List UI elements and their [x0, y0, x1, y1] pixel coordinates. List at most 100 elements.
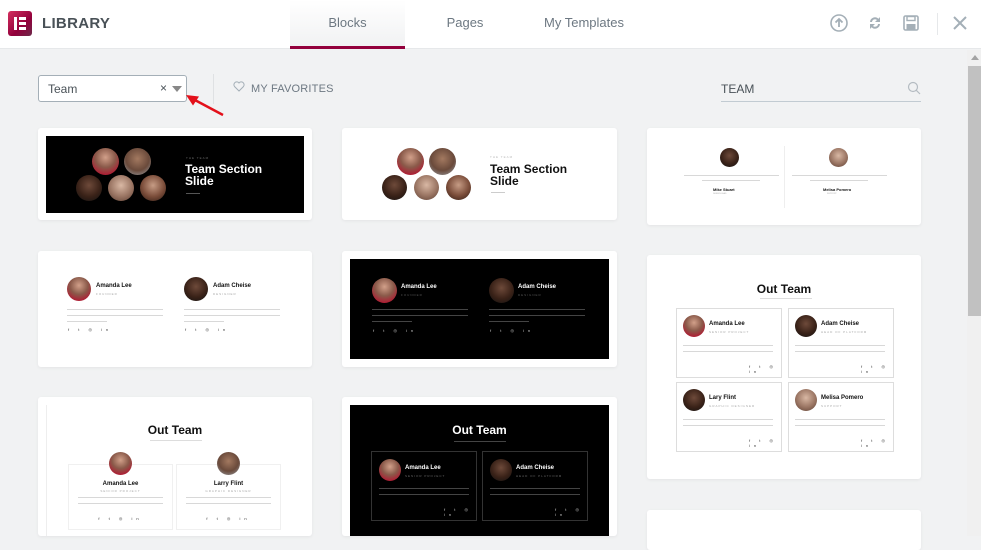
member-role: HEAD OF PLATFORM: [516, 474, 563, 478]
template-card-out-team-grid[interactable]: Out Team Amanda Lee SENIOR PROJECT f t ◎…: [647, 255, 921, 479]
member-role: GRAPHIC DESIGNER: [709, 404, 756, 408]
member-avatar: [379, 459, 401, 481]
template-card-team-founder-light[interactable]: Amanda Lee FOUNDER f t ◎ in Adam Cheise …: [38, 251, 312, 367]
member-name: Amanda Lee: [102, 481, 139, 487]
member-avatar: [109, 452, 132, 475]
template-title: Out Team: [452, 423, 507, 437]
member-name: Adam Cheise: [213, 283, 252, 289]
member-role: HEAD OF PLATFORM: [821, 330, 868, 334]
template-title: Out Team: [756, 282, 812, 296]
member-role: SENIOR PROJECT: [709, 330, 750, 334]
social-icons: f t ◎ in: [373, 328, 418, 333]
social-icons: f t ◎ in: [444, 507, 472, 517]
member-avatar: [795, 389, 817, 411]
close-icon[interactable]: [949, 13, 971, 35]
member-avatar: [124, 148, 151, 175]
member-name: Amanda Lee: [96, 283, 132, 289]
template-card-team-section-slide-dark[interactable]: THE TEAM Team Section Slide: [38, 128, 312, 220]
member-avatar: [720, 148, 739, 167]
elementor-logo-icon: [8, 11, 32, 36]
tab-my-templates[interactable]: My Templates: [525, 0, 643, 49]
template-card-out-team-centered[interactable]: Out Team Amanda Lee SENIOR PROJECT f t ◎…: [38, 397, 312, 536]
member-role: FOUNDER: [401, 293, 423, 297]
kicker: THE TEAM: [186, 156, 210, 160]
member-avatar: [217, 452, 240, 475]
member-avatar: [140, 175, 166, 201]
member-role: DESIGNER: [518, 293, 542, 297]
upload-icon[interactable]: [828, 13, 850, 35]
member-role: SUPPORT: [821, 404, 843, 408]
member-role: SENIOR PROJECT: [100, 489, 141, 493]
social-icons: f t ◎ in: [206, 516, 251, 521]
category-select-value: Team: [48, 82, 78, 96]
member-avatar: [489, 278, 514, 303]
tab-pages[interactable]: Pages: [410, 0, 520, 49]
member-name: Lary Flint: [709, 395, 737, 401]
social-icons: f t ◎ in: [749, 364, 777, 374]
member-avatar: [397, 148, 424, 175]
member-role: SENIOR PROJECT: [405, 474, 446, 478]
social-icons: f t ◎ in: [490, 328, 535, 333]
my-favorites-filter[interactable]: MY FAVORITES: [233, 81, 334, 95]
member-avatar: [490, 459, 512, 481]
member-avatar: [372, 278, 397, 303]
member-role: DESIGN LEAD: [713, 193, 727, 195]
social-icons: f t ◎ in: [68, 327, 113, 332]
social-icons: f t ◎ in: [185, 327, 230, 332]
template-title: Team Section Slide: [185, 162, 263, 188]
library-header: LIBRARY Blocks Pages My Templates: [0, 0, 981, 49]
app-title: LIBRARY: [42, 15, 111, 32]
tab-blocks[interactable]: Blocks: [290, 0, 405, 49]
heart-icon: [233, 81, 247, 95]
member-role: SUPPORT: [827, 193, 837, 195]
member-name: Mike Stuart: [713, 187, 735, 192]
member-name: Adam Cheise: [516, 465, 555, 471]
member-avatar: [414, 175, 439, 200]
template-card-team-two-col[interactable]: Mike Stuart DESIGN LEAD Melisa Pomero SU…: [647, 128, 921, 225]
social-icons: f t ◎ in: [98, 516, 143, 521]
member-avatar: [76, 175, 102, 201]
member-avatar: [429, 148, 456, 175]
social-icons: f t ◎ in: [861, 438, 889, 448]
save-icon[interactable]: [900, 13, 922, 35]
scrollbar-thumb[interactable]: [968, 66, 981, 316]
template-card-team-section-slide-light[interactable]: THE TEAM Team Section Slide: [342, 128, 617, 220]
template-card-team-founder-dark[interactable]: Amanda Lee FOUNDER f t ◎ in Adam Cheise …: [342, 251, 617, 367]
template-title: Team Section Slide: [490, 162, 568, 188]
member-name: Amanda Lee: [405, 465, 441, 471]
kicker: THE TEAM: [490, 155, 514, 159]
search-input[interactable]: [721, 80, 901, 98]
toolbar-divider: [213, 74, 214, 104]
member-avatar: [829, 148, 848, 167]
search-icon[interactable]: [907, 81, 921, 95]
clear-selection-icon[interactable]: ×: [160, 81, 167, 95]
search-field[interactable]: [721, 76, 921, 102]
member-role: FOUNDER: [96, 292, 118, 296]
member-avatar: [446, 175, 471, 200]
my-favorites-label: MY FAVORITES: [251, 83, 334, 95]
social-icons: f t ◎ in: [749, 438, 777, 448]
member-name: Melisa Pomero: [821, 395, 864, 401]
sync-icon[interactable]: [864, 13, 886, 35]
member-card: Adam Cheise HEAD OF PLATFORM f t ◎ in: [788, 308, 894, 378]
member-avatar: [683, 389, 705, 411]
member-card: Melisa Pomero SUPPORT f t ◎ in: [788, 382, 894, 452]
member-avatar: [382, 175, 407, 200]
member-name: Amanda Lee: [709, 321, 745, 327]
member-avatar: [92, 148, 119, 175]
scroll-up-arrow-icon[interactable]: [971, 55, 979, 60]
member-name: Adam Cheise: [518, 284, 557, 290]
member-name: Adam Cheise: [821, 321, 860, 327]
member-name: Larry Flint: [213, 481, 244, 487]
member-avatar: [67, 277, 91, 301]
template-card-out-team-dark[interactable]: Out Team Amanda Lee SENIOR PROJECT f t ◎…: [342, 397, 617, 536]
member-name: Amanda Lee: [401, 284, 437, 290]
header-divider: [937, 13, 938, 35]
template-card-partial[interactable]: [647, 510, 921, 550]
member-card: Amanda Lee SENIOR PROJECT f t ◎ in: [371, 451, 477, 521]
member-role: DESIGNER: [213, 292, 237, 296]
category-select[interactable]: Team ×: [38, 75, 187, 102]
member-role: GRAPHIC DESIGNER: [205, 489, 252, 493]
chevron-down-icon[interactable]: [172, 86, 182, 92]
member-name: Melisa Pomero: [823, 187, 852, 192]
